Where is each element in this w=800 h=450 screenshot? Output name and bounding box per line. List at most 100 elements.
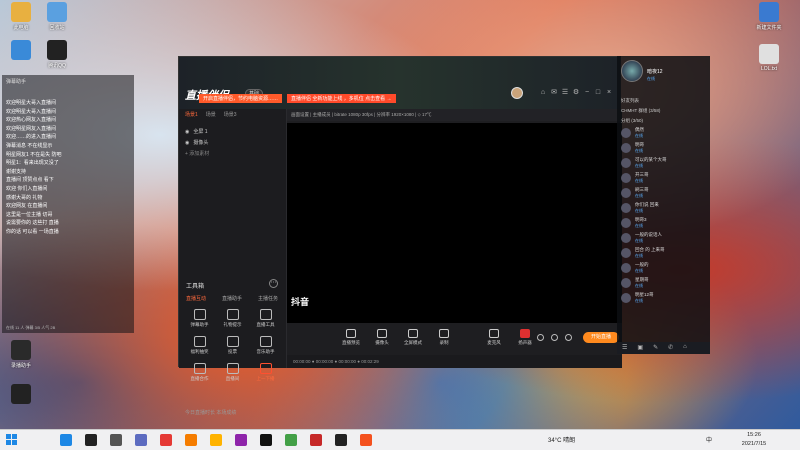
add-source-button[interactable]: + 添加素材 [179,148,286,159]
ime-indicator[interactable]: 中 [706,435,712,444]
taskbar-app-icon[interactable] [160,434,172,446]
eye-icon[interactable]: ◉ [185,140,189,146]
desktop-icon[interactable]: 回收站 [40,2,74,31]
control-button[interactable]: 直播预览 [339,329,363,346]
promo-banner-1[interactable]: 开启直播伴侣，节约电脑资源…… [199,94,283,103]
desktop-icon[interactable]: 此电脑 [4,2,38,31]
control-label: 直播预览 [342,340,360,345]
qq-group-friends[interactable]: 好友列表 [617,96,710,106]
tool-item[interactable]: 福利抽奖 [183,336,216,355]
control-button[interactable]: 摄像头 [370,329,394,346]
taskbar-app-icon[interactable] [135,434,147,446]
qq-member[interactable]: 可以的某个大哥 在线 [617,156,710,171]
tool-label: 直播工具 [256,322,275,327]
tab-scene-1[interactable]: 场景1 [185,111,198,118]
promo-banner-2[interactable]: 直播伴侣 全新功能上线 ，多机位 点击查看 → [287,94,396,103]
taskbar-app-icon[interactable] [185,434,197,446]
weather[interactable]: 34°C 晴朗 [548,435,575,444]
qq-member[interactable]: 明哥 在线 [617,141,710,156]
source-item[interactable]: ◉ 摄像头 [179,137,286,148]
tab-scene-3[interactable]: 场景3 [224,111,237,118]
tool-item[interactable]: 直播工具 [249,309,282,328]
tool-item[interactable]: 音乐助手 [249,336,282,355]
qq-avatar[interactable] [621,60,643,82]
qq-member[interactable]: 明星12哥 在线 [617,291,710,306]
tool-icon [193,309,206,320]
tool-item[interactable]: 上一下播 [249,363,282,382]
member-name: 回合 的 上来哥 [635,247,665,252]
tool-item[interactable]: 直播合作 [183,363,216,382]
desktop-icon[interactable]: LOL.txt [752,44,786,72]
taskbar-app-icon[interactable] [360,434,372,446]
taskbar-app-icon[interactable] [260,434,272,446]
taskbar-app-icon[interactable] [310,434,322,446]
qq-bottom-icon[interactable]: ⌂ [683,344,687,352]
tab-scene-2[interactable]: 场景 [206,111,216,118]
qq-group-chmht[interactable]: CHMHT 群组 (3/58) [617,106,710,116]
tab-interaction[interactable]: 直播互动 [186,295,206,302]
desktop-icon-label: LOL.txt [760,66,778,72]
clock[interactable]: 15:26 2021/7/15 [737,431,771,449]
tool-item[interactable]: 弹幕助手 [183,309,216,328]
member-avatar [621,173,631,183]
tab-assistant[interactable]: 直播助手 [222,295,242,302]
desktop-icon[interactable]: 新建文件夹 [752,2,786,31]
window-control[interactable]: ☰ [561,89,569,97]
qq-header: 暗夜12 在线 [617,56,710,92]
window-control[interactable]: − [583,89,591,97]
qq-member[interactable]: 星期哥 在线 [617,276,710,291]
window-control[interactable]: ✉ [550,89,558,97]
start-live-button[interactable]: 开始直播 [583,332,619,343]
window-control[interactable]: ⚙ [572,89,580,97]
qq-group-sub[interactable]: 分组 (3/50) [617,116,710,126]
qq-member[interactable]: 刷三哥 在线 [617,186,710,201]
eye-icon[interactable] [551,334,558,341]
danmaku-line: 欢迎明星大哥入直播间 [6,108,57,115]
qq-bottom-icon[interactable]: ✎ [653,344,658,352]
gear-icon[interactable] [565,334,572,341]
qq-member[interactable]: 你们说 回来 在线 [617,201,710,216]
qq-bottom-icon[interactable]: ☰ [622,344,627,352]
taskbar-app-icon[interactable] [235,434,247,446]
tab-tasks[interactable]: 主播任务 [258,295,278,302]
member-status: 在线 [635,193,643,198]
member-avatar [621,203,631,213]
taskbar-app-icon[interactable] [285,434,297,446]
desktop-icon[interactable]: 腾讯QQ [40,40,74,69]
qq-member[interactable]: 一般的说话人 在线 [617,231,710,246]
tool-item[interactable]: 礼物提示 [216,309,249,328]
window-control[interactable]: ⌂ [539,89,547,97]
qq-member[interactable]: 开三哥 在线 [617,171,710,186]
qq-bottom-icon[interactable]: ▣ [637,344,643,352]
window-control[interactable]: × [605,89,613,97]
taskbar-app-icon[interactable] [210,434,222,446]
preview-canvas[interactable]: 抖音 [287,123,622,323]
tool-item[interactable]: 投票 [216,336,249,355]
more-tools-button[interactable]: ⋯ [269,279,278,288]
source-item[interactable]: ◉ 全屏 1 [179,126,286,137]
control-button[interactable]: 录制 [432,329,456,346]
window-control[interactable]: □ [594,89,602,97]
control-button[interactable]: 全屏模式 [401,329,425,346]
desktop-icon[interactable] [4,40,38,62]
tool-item[interactable]: 直播间 [216,363,249,382]
qq-bottom-icon[interactable]: ✆ [668,344,673,352]
qq-member[interactable]: 明哥3 在线 [617,216,710,231]
desktop-icon[interactable] [4,384,38,406]
windows-icon [6,434,17,445]
taskbar-app-icon[interactable] [110,434,122,446]
qq-member[interactable]: 回合 的 上来哥 在线 [617,246,710,261]
control-button[interactable]: 麦克风 [482,329,506,346]
qq-member[interactable]: 偶然 在线 [617,126,710,141]
qq-member[interactable]: 一般的 在线 [617,261,710,276]
desktop-icon[interactable]: 录播助手 [4,340,38,369]
taskbar-app-icon[interactable] [335,434,347,446]
start-button[interactable] [6,434,18,446]
user-avatar[interactable] [511,87,523,99]
eye-icon[interactable]: ◉ [185,129,189,135]
taskbar-app-icon[interactable] [60,434,72,446]
danmaku-header: 弹幕助手 [6,79,27,85]
settings-icon[interactable] [537,334,544,341]
control-button[interactable]: 扬声器 [513,329,537,346]
taskbar-app-icon[interactable] [85,434,97,446]
